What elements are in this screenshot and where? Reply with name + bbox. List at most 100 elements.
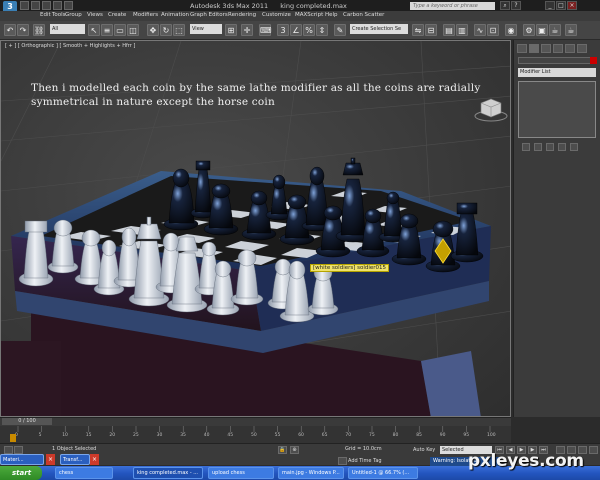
window-crossing-icon[interactable]: ◫ xyxy=(127,24,139,36)
save-file-icon[interactable] xyxy=(42,1,51,10)
material-editor-window[interactable]: Materi... xyxy=(0,454,44,465)
menu-animation[interactable]: Animation xyxy=(161,12,189,18)
menu-help[interactable]: Help xyxy=(325,12,338,18)
help-icon[interactable]: ? xyxy=(511,1,521,10)
align-icon[interactable]: ⊟ xyxy=(425,24,437,36)
menu-rendering[interactable]: Rendering xyxy=(228,12,256,18)
display-tab-icon[interactable] xyxy=(565,44,575,53)
taskbar-item-untitled[interactable]: Untitled-1 @ 66.7% (... xyxy=(348,467,418,479)
percent-snap-icon[interactable]: % xyxy=(303,24,315,36)
new-file-icon[interactable] xyxy=(20,1,29,10)
add-time-tag-icon[interactable] xyxy=(338,457,347,465)
rendered-frame-icon[interactable]: ▣ xyxy=(536,24,548,36)
material-editor-icon[interactable]: ◉ xyxy=(505,24,517,36)
redo-tool-icon[interactable]: ↷ xyxy=(17,24,29,36)
taskbar-item-upload-chess[interactable]: upload chess xyxy=(208,467,274,479)
move-icon[interactable]: ✥ xyxy=(147,24,159,36)
rotate-icon[interactable]: ↻ xyxy=(160,24,172,36)
menu-group[interactable]: Group xyxy=(65,12,82,18)
make-unique-icon[interactable] xyxy=(546,143,554,151)
time-slider[interactable] xyxy=(0,417,511,426)
utilities-tab-icon[interactable] xyxy=(577,44,587,53)
search-input[interactable]: Type a keyword or phrase xyxy=(410,2,495,10)
app-name: Autodesk 3ds Max 2011 xyxy=(190,2,269,10)
selection-filter-dropdown[interactable]: All xyxy=(50,24,85,34)
minimize-button[interactable]: _ xyxy=(545,1,555,10)
add-time-tag[interactable]: Add Time Tag xyxy=(348,458,382,464)
hierarchy-tab-icon[interactable] xyxy=(541,44,551,53)
taskbar-item-chess[interactable]: chess xyxy=(55,467,113,479)
menu-create[interactable]: Create xyxy=(108,12,126,18)
menu-views[interactable]: Views xyxy=(87,12,103,18)
modifier-list-dropdown[interactable]: Modifier List xyxy=(518,68,596,77)
layer-manager-icon[interactable]: ▤ xyxy=(443,24,455,36)
graphite-toggle-icon[interactable]: ▥ xyxy=(456,24,468,36)
render-production-icon[interactable]: ☕ xyxy=(549,24,561,36)
object-color-swatch[interactable] xyxy=(590,57,597,64)
taskbar-item-main-jpg[interactable]: main.jpg - Windows P... xyxy=(278,467,344,479)
modifier-stack[interactable] xyxy=(518,81,596,138)
menu-graph-editors[interactable]: Graph Editors xyxy=(190,12,228,18)
menu-carbon-scatter[interactable]: Carbon Scatter xyxy=(343,12,384,18)
link-icon[interactable]: ⛓ xyxy=(33,24,45,36)
maximize-button[interactable]: □ xyxy=(556,1,566,10)
pivot-icon[interactable]: ⊞ xyxy=(225,24,237,36)
undo-tool-icon[interactable]: ↶ xyxy=(4,24,16,36)
schematic-view-icon[interactable]: ⊡ xyxy=(487,24,499,36)
selection-status: 1 Object Selected xyxy=(52,446,97,452)
lock-selection-icon[interactable]: 🔒 xyxy=(278,446,287,454)
named-selection-dropdown[interactable]: Create Selection Se xyxy=(350,24,408,34)
timeline-key-icon[interactable] xyxy=(10,434,16,442)
select-object-icon[interactable]: ↖ xyxy=(88,24,100,36)
redo-icon[interactable] xyxy=(64,1,73,10)
scale-icon[interactable]: ⬚ xyxy=(173,24,185,36)
start-button[interactable]: start xyxy=(0,466,42,480)
edit-named-sel-icon[interactable]: ✎ xyxy=(334,24,346,36)
timeline-tick-label: 95 xyxy=(463,433,470,438)
material-window-close[interactable]: × xyxy=(46,454,55,465)
undo-icon[interactable] xyxy=(53,1,62,10)
render-setup-icon[interactable]: ⚙ xyxy=(523,24,535,36)
curve-editor-icon[interactable]: ∿ xyxy=(474,24,486,36)
render-iterative-icon[interactable]: ☕ xyxy=(565,24,577,36)
absolute-mode-icon[interactable]: ⊕ xyxy=(290,446,299,454)
maximize-viewport-icon[interactable] xyxy=(589,446,598,454)
maxscript-listener-icon[interactable] xyxy=(4,446,13,454)
rect-region-icon[interactable]: ▭ xyxy=(114,24,126,36)
angle-snap-icon[interactable]: ∠ xyxy=(290,24,302,36)
timeline-tick-label: 15 xyxy=(85,433,92,438)
menu-tools[interactable]: Tools xyxy=(52,12,66,18)
reference-coord-dropdown[interactable]: View xyxy=(190,24,222,34)
object-name-field[interactable] xyxy=(518,57,594,64)
menu-maxscript[interactable]: MAXScript xyxy=(295,12,323,18)
keyboard-shortcut-icon[interactable]: ⌨ xyxy=(259,24,272,36)
spinner-snap-icon[interactable]: ⇕ xyxy=(316,24,328,36)
show-end-result-icon[interactable] xyxy=(534,143,542,151)
viewport-label[interactable]: [ + ] [ Orthographic ] [ Smooth + Highli… xyxy=(5,43,135,49)
select-manipulate-icon[interactable]: ✛ xyxy=(241,24,253,36)
mirror-icon[interactable]: ⇋ xyxy=(412,24,424,36)
configure-sets-icon[interactable] xyxy=(570,143,578,151)
select-by-name-icon[interactable]: ≡ xyxy=(101,24,113,36)
transform-window-close[interactable]: × xyxy=(90,454,99,465)
taskbar-item-3dsmax[interactable]: king completed.max - ... xyxy=(133,467,203,479)
frame-counter[interactable]: 0 / 100 xyxy=(2,418,52,425)
timeline-tick-label: 40 xyxy=(203,433,210,438)
timeline-tick-label: 10 xyxy=(62,433,68,438)
menu-modifiers[interactable]: Modifiers xyxy=(133,12,158,18)
modify-tab-icon[interactable] xyxy=(529,44,539,53)
transform-window[interactable]: Transf... xyxy=(60,454,90,465)
perspective-viewport[interactable]: [ + ] [ Orthographic ] [ Smooth + Highli… xyxy=(0,40,511,417)
remove-modifier-icon[interactable] xyxy=(558,143,566,151)
snap-3d-icon[interactable]: 3 xyxy=(277,24,289,36)
auto-key-label[interactable]: Auto Key xyxy=(413,447,435,453)
pin-stack-icon[interactable] xyxy=(522,143,530,151)
search-icon[interactable]: ⌕ xyxy=(500,1,510,10)
menu-edit[interactable]: Edit xyxy=(40,12,51,18)
create-tab-icon[interactable] xyxy=(517,44,527,53)
motion-tab-icon[interactable] xyxy=(553,44,563,53)
menu-customize[interactable]: Customize xyxy=(262,12,291,18)
mini-listener-icon[interactable] xyxy=(14,446,23,454)
close-button[interactable]: × xyxy=(567,1,577,10)
open-file-icon[interactable] xyxy=(31,1,40,10)
